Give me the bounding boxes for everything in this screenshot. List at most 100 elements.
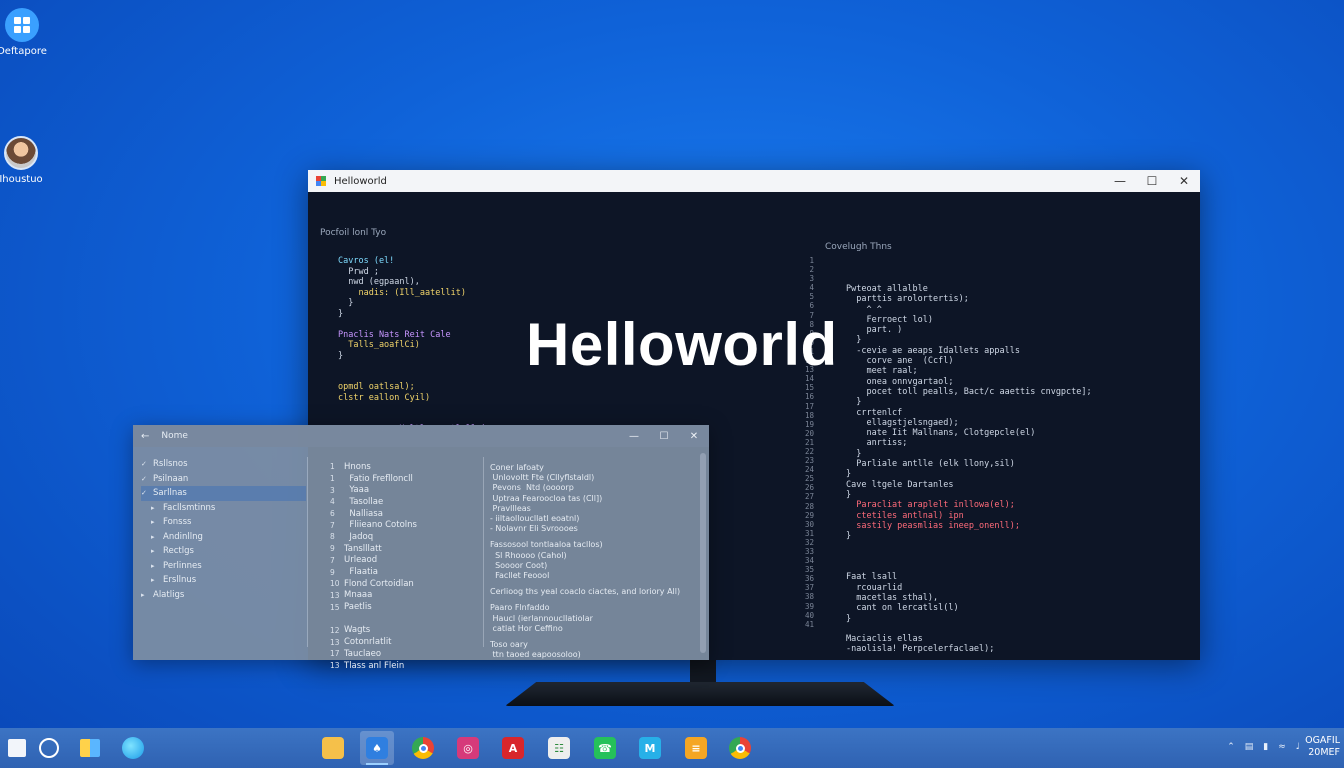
code-line: opmdl oatlsal);: [338, 382, 415, 392]
list-item[interactable]: 8 Jadoq: [330, 531, 480, 543]
list-item[interactable]: 9 Flaatia: [330, 566, 480, 578]
network-icon[interactable]: ▤: [1245, 742, 1254, 752]
list-item[interactable]: 6 Nalliasa: [330, 508, 480, 520]
user-avatar-icon: [4, 136, 38, 170]
nav-item[interactable]: ✓ Psilnaan: [141, 472, 306, 487]
taskbar-acrobat-button[interactable]: A: [496, 731, 530, 765]
mail-icon: M: [639, 737, 661, 759]
taskbar-instagram-button[interactable]: ◎: [451, 731, 485, 765]
chevron-right-icon[interactable]: ▸: [151, 533, 163, 541]
taskbar-file-explorer-button[interactable]: [316, 731, 350, 765]
list-item-number: 3: [330, 485, 335, 495]
window-titlebar[interactable]: ← Nome — ☐ ✕: [133, 425, 709, 447]
chrome-icon: [412, 737, 434, 759]
chevron-right-icon[interactable]: ▸: [151, 504, 163, 512]
nav-item[interactable]: ▸ Andinllng: [141, 530, 306, 545]
close-button[interactable]: ✕: [1168, 170, 1200, 192]
minimize-button[interactable]: —: [1104, 170, 1136, 192]
chevron-up-icon[interactable]: ⌃: [1227, 742, 1235, 752]
list-item[interactable]: 1 Fatio Freflloncll: [330, 473, 480, 485]
code-line: anrtiss;: [846, 438, 908, 449]
taskbar-store-button[interactable]: ♠: [360, 731, 394, 765]
start-button[interactable]: [0, 731, 34, 765]
list-item[interactable]: 13 Mnaaa: [330, 590, 480, 602]
list-item-number: 17: [330, 649, 340, 659]
taskbar-whatsapp-button[interactable]: ☎: [588, 731, 622, 765]
list-item[interactable]: 7 Urleaod: [330, 555, 480, 567]
code-line: onea onnvgartaol;: [846, 376, 954, 387]
back-arrow-icon[interactable]: ←: [141, 431, 149, 442]
list-item[interactable]: 3 Yaaa: [330, 484, 480, 496]
close-button[interactable]: ✕: [679, 425, 709, 447]
maximize-button[interactable]: ☐: [649, 425, 679, 447]
desktop-icon-deftapore[interactable]: Deftapore: [0, 8, 57, 57]
code-line: nadis: (Ill_aatellit): [338, 287, 466, 298]
nav-item[interactable]: ▸ Fonsss: [141, 515, 306, 530]
nav-item[interactable]: ▸ Perlinnes: [141, 559, 306, 574]
list-item-label: Yaaa: [344, 485, 370, 496]
list-item[interactable]: 13 Cotonrlatlit: [330, 636, 480, 648]
window-titlebar[interactable]: Helloworld — ☐ ✕: [308, 170, 1200, 192]
nav-item-label: Psilnaan: [153, 473, 189, 484]
maximize-button[interactable]: ☐: [1136, 170, 1168, 192]
list-item-label: Tanslllatt: [344, 543, 382, 554]
wifi-icon[interactable]: ≈: [1278, 742, 1286, 752]
battery-icon[interactable]: ▮: [1263, 742, 1268, 752]
taskbar-mail-button[interactable]: M: [633, 731, 667, 765]
list-item[interactable]: 10 Flond Cortoidlan: [330, 578, 480, 590]
system-tray[interactable]: ⌃ ▤ ▮ ≈ ♩: [1227, 742, 1300, 752]
list-item-number: 7: [330, 520, 335, 530]
chevron-right-icon[interactable]: ▸: [151, 576, 163, 584]
list-item[interactable]: 15 Paetlis: [330, 601, 480, 613]
list-item[interactable]: 13 Tlass anl Flein: [330, 660, 480, 672]
desktop-icon-ihoustuo[interactable]: Ihoustuo: [0, 136, 56, 185]
left-code-pane[interactable]: Cavros (el! Prwd ; nwd (egpaanl), nadis:…: [338, 256, 486, 445]
taskbar-chrome-2-button[interactable]: [723, 731, 757, 765]
chevron-right-icon[interactable]: ▸: [151, 562, 163, 570]
widgets-button[interactable]: [73, 731, 107, 765]
edge-icon: [122, 737, 144, 759]
code-line: }: [846, 531, 852, 542]
list-item[interactable]: 7 Fliieano Cotolns: [330, 519, 480, 531]
nav-item-label: Facllsmtinns: [163, 502, 216, 513]
taskbar-clock[interactable]: OGAFIL 20MEF: [1305, 735, 1340, 759]
list-item[interactable]: 12 Wagts: [330, 625, 480, 637]
folder-icon: [322, 737, 344, 759]
nav-item[interactable]: ✓ Rsllsnos: [141, 457, 306, 472]
spreadsheet-icon: ☷: [548, 737, 570, 759]
edge-button[interactable]: [116, 731, 150, 765]
code-line: Ferroect lol): [846, 314, 933, 325]
right-code-pane[interactable]: Pwteoat allalble parttis arolortertis); …: [846, 284, 1092, 655]
detail-group: Paaro Flnfaddo Haucl (ierlannoucllatiola…: [490, 603, 593, 633]
task-view-button[interactable]: [32, 731, 66, 765]
list-item[interactable]: 1 Hnons: [330, 461, 480, 473]
chevron-down-icon[interactable]: ✓: [141, 460, 153, 468]
volume-icon[interactable]: ♩: [1296, 742, 1300, 752]
chevron-right-icon[interactable]: ▸: [151, 518, 163, 526]
nav-item-label: Perlinnes: [163, 560, 202, 571]
taskbar-sheets-button[interactable]: ☷: [542, 731, 576, 765]
taskbar-books-button[interactable]: ≡: [679, 731, 713, 765]
code-line: clstr eallon Cyil): [338, 392, 431, 403]
taskbar-chrome-button[interactable]: [406, 731, 440, 765]
scrollbar[interactable]: [700, 453, 706, 653]
nav-item[interactable]: ▸ Rectlgs: [141, 544, 306, 559]
chevron-right-icon[interactable]: ▸: [151, 547, 163, 555]
nav-item[interactable]: ✓ Sarllnas: [141, 486, 306, 501]
chevron-down-icon[interactable]: ▸: [141, 591, 153, 599]
nav-item[interactable]: ▸ Ersllnus: [141, 573, 306, 588]
acrobat-icon: A: [502, 737, 524, 759]
chevron-down-icon[interactable]: ✓: [141, 489, 153, 497]
list-item[interactable]: 4 Tasollae: [330, 496, 480, 508]
list-item[interactable]: 9 Tanslllatt: [330, 543, 480, 555]
list-item[interactable]: 17 Tauclaeo: [330, 648, 480, 660]
code-line: }: [846, 448, 862, 459]
list-item[interactable]: [330, 613, 480, 625]
nav-item[interactable]: ▸ Alatligs: [141, 588, 306, 603]
minimize-button[interactable]: —: [619, 425, 649, 447]
nav-item[interactable]: ▸ Facllsmtinns: [141, 501, 306, 516]
chevron-down-icon[interactable]: ✓: [141, 475, 153, 483]
